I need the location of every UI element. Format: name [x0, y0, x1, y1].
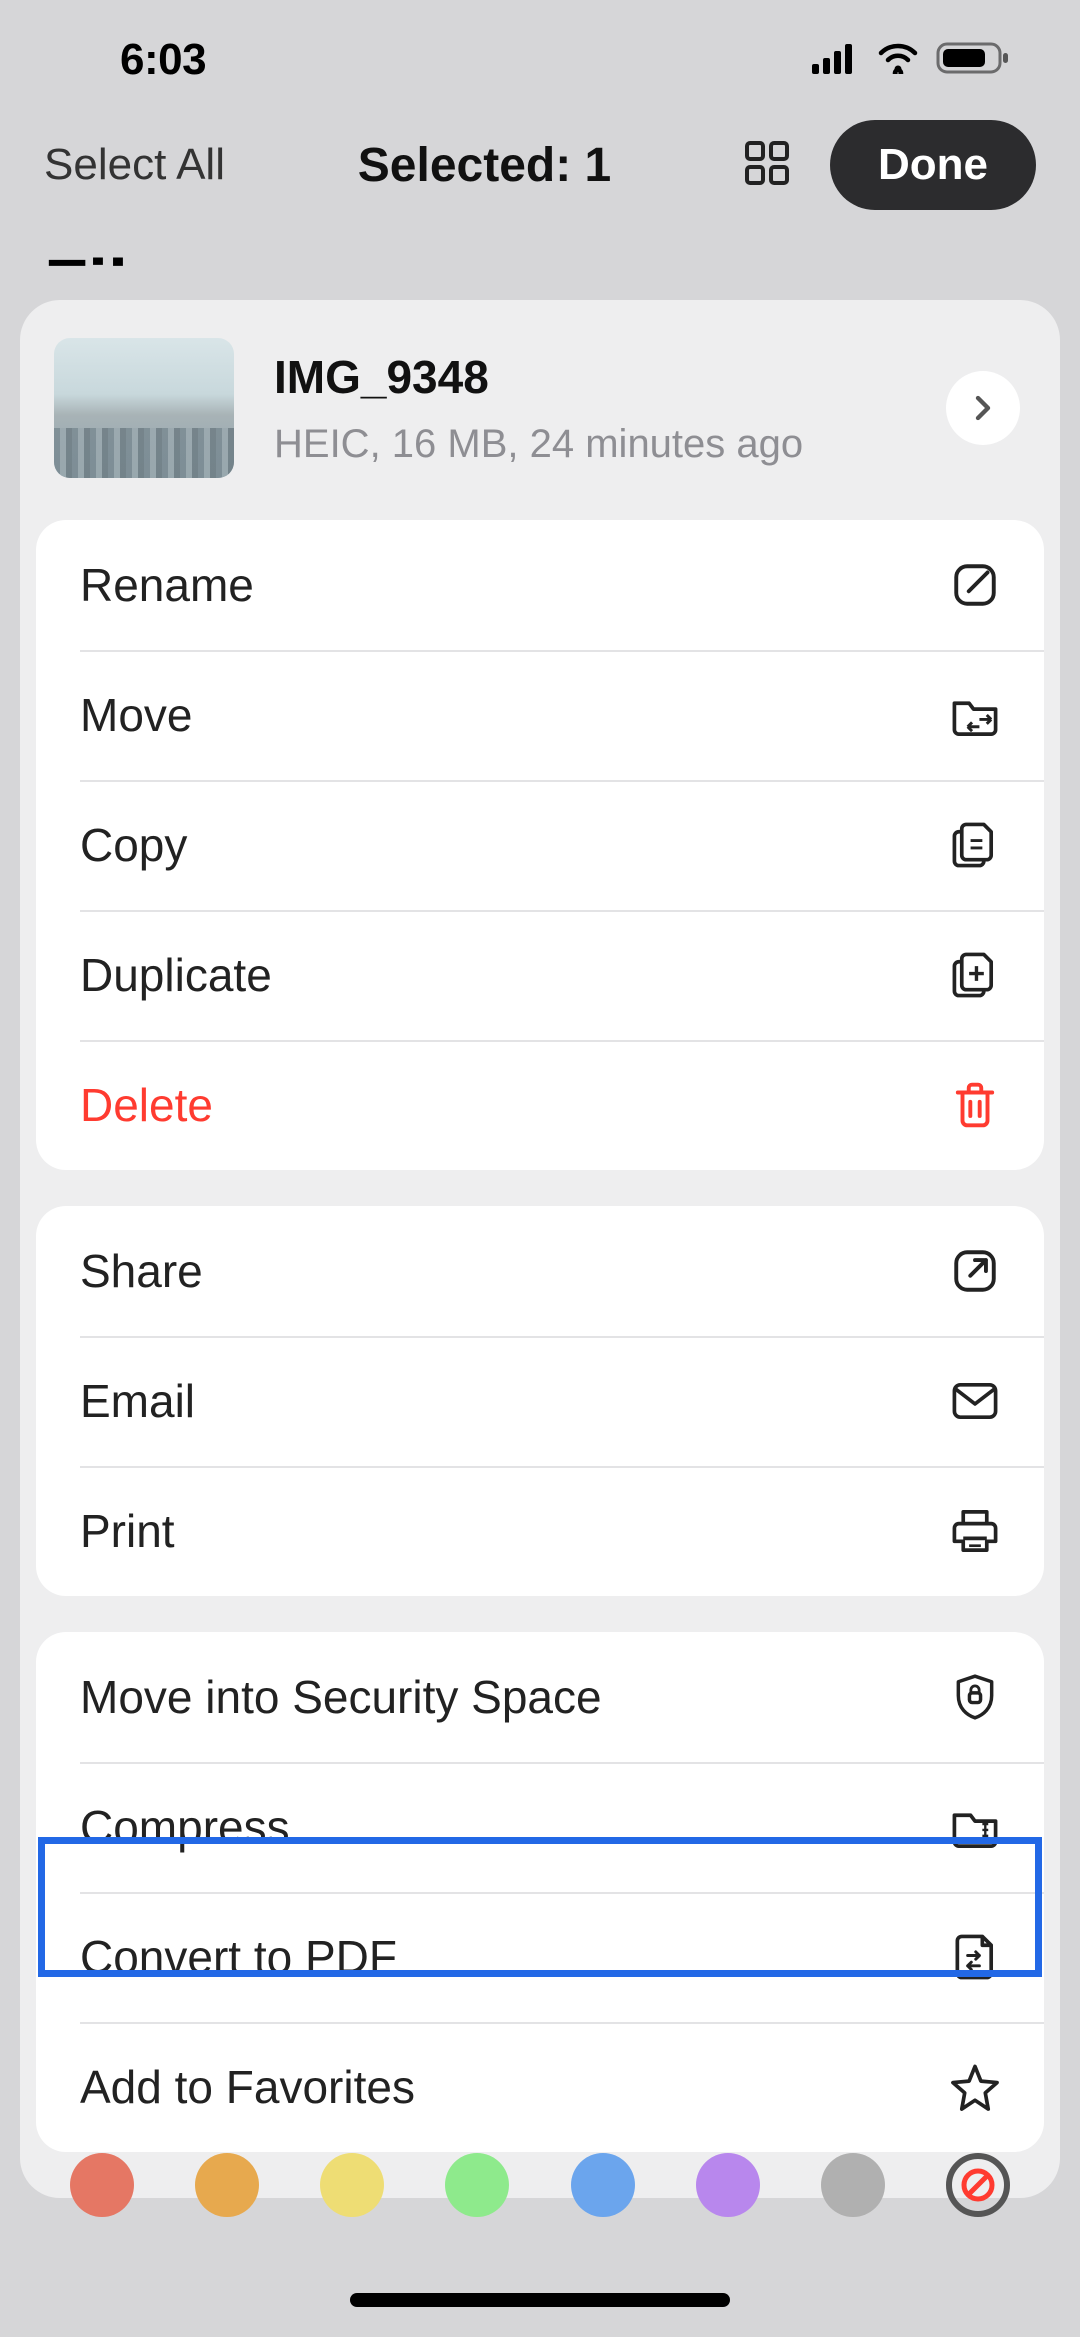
duplicate-doc-icon	[950, 950, 1000, 1000]
file-name: IMG_9348	[274, 350, 906, 404]
rename-row[interactable]: Rename	[36, 520, 1044, 650]
status-icons	[812, 41, 1010, 80]
copy-row[interactable]: Copy	[36, 780, 1044, 910]
done-button[interactable]: Done	[830, 120, 1036, 210]
selection-count: Selected: 1	[358, 138, 611, 193]
row-label: Duplicate	[80, 948, 272, 1002]
archive-icon	[950, 1802, 1000, 1852]
duplicate-row[interactable]: Duplicate	[36, 910, 1044, 1040]
row-label: Copy	[80, 818, 187, 872]
grid-toggle-icon[interactable]	[744, 140, 790, 191]
status-bar: 6:03	[0, 0, 1080, 100]
trash-icon	[950, 1080, 1000, 1130]
row-label: Share	[80, 1244, 203, 1298]
star-outline-icon	[950, 2062, 1000, 2112]
file-meta: HEIC, 16 MB, 24 minutes ago	[274, 422, 906, 467]
row-label: Convert to PDF	[80, 1930, 397, 1984]
wifi-icon	[876, 42, 920, 79]
compress-row[interactable]: Compress	[36, 1762, 1044, 1892]
tag-purple[interactable]	[696, 2153, 760, 2217]
delete-row[interactable]: Delete	[36, 1040, 1044, 1170]
printer-icon	[950, 1506, 1000, 1556]
status-time: 6:03	[120, 35, 206, 85]
share-row[interactable]: Share	[36, 1206, 1044, 1336]
file-thumbnail	[54, 338, 234, 478]
print-row[interactable]: Print	[36, 1466, 1044, 1596]
tag-orange[interactable]	[195, 2153, 259, 2217]
convert-doc-icon	[950, 1932, 1000, 1982]
tag-green[interactable]	[445, 2153, 509, 2217]
home-indicator[interactable]	[350, 2293, 730, 2307]
battery-icon	[936, 41, 1010, 80]
row-label: Move	[80, 688, 192, 742]
select-all-button[interactable]: Select All	[44, 140, 225, 190]
tags-row	[0, 2153, 1080, 2217]
action-sheet: IMG_9348 HEIC, 16 MB, 24 minutes ago Ren…	[20, 300, 1060, 2198]
nav-bar: Select All Selected: 1 Done	[0, 100, 1080, 220]
tag-none[interactable]	[946, 2153, 1010, 2217]
row-label: Add to Favorites	[80, 2060, 415, 2114]
row-label: Move into Security Space	[80, 1670, 602, 1724]
row-label: Rename	[80, 558, 254, 612]
shield-lock-icon	[950, 1672, 1000, 1722]
rename-icon	[950, 560, 1000, 610]
tag-red[interactable]	[70, 2153, 134, 2217]
details-button[interactable]	[946, 371, 1020, 445]
favorites-row[interactable]: Add to Favorites	[36, 2022, 1044, 2152]
copy-doc-icon	[950, 820, 1000, 870]
security-space-row[interactable]: Move into Security Space	[36, 1632, 1044, 1762]
action-group-extra: Move into Security Space Compress Conver…	[36, 1632, 1044, 2152]
row-label: Email	[80, 1374, 195, 1428]
envelope-icon	[950, 1376, 1000, 1426]
action-group-file: Rename Move Copy Duplicate Delete	[36, 520, 1044, 1170]
tag-blue[interactable]	[571, 2153, 635, 2217]
tag-yellow[interactable]	[320, 2153, 384, 2217]
row-label: Print	[80, 1504, 175, 1558]
tag-gray[interactable]	[821, 2153, 885, 2217]
cellular-icon	[812, 42, 860, 79]
row-label: Compress	[80, 1800, 290, 1854]
row-label: Delete	[80, 1078, 213, 1132]
share-out-icon	[950, 1246, 1000, 1296]
file-header[interactable]: IMG_9348 HEIC, 16 MB, 24 minutes ago	[20, 300, 1060, 508]
email-row[interactable]: Email	[36, 1336, 1044, 1466]
move-row[interactable]: Move	[36, 650, 1044, 780]
move-folder-icon	[950, 690, 1000, 740]
action-group-share: Share Email Print	[36, 1206, 1044, 1596]
convert-pdf-row[interactable]: Convert to PDF	[36, 1892, 1044, 2022]
